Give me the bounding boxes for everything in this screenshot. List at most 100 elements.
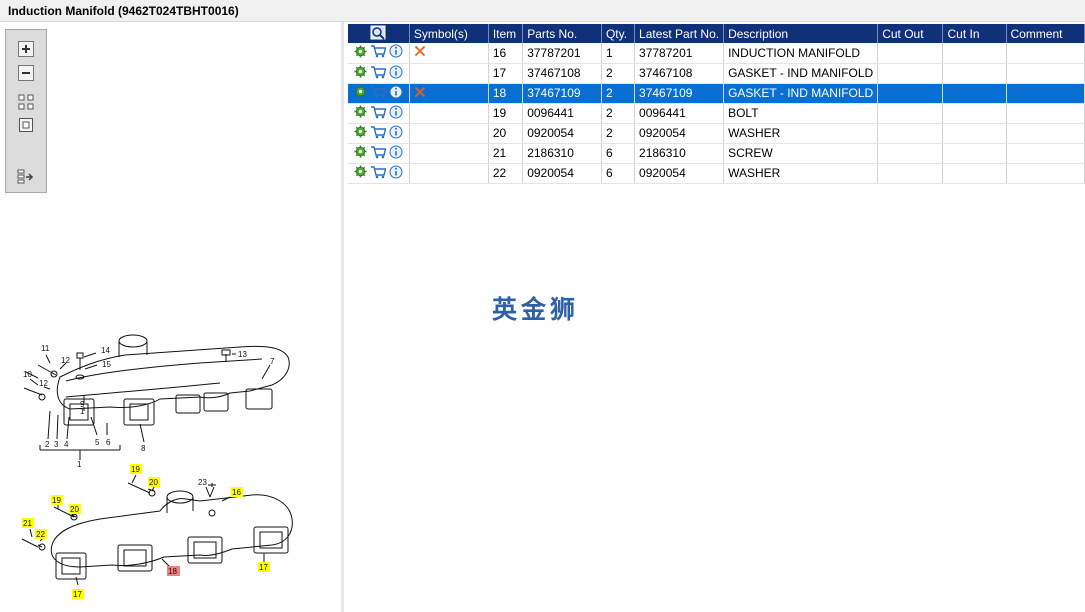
cart-icon[interactable] — [370, 105, 387, 122]
row-item: 22 — [488, 163, 524, 184]
row-cut-in — [942, 163, 1007, 184]
row-part-no: 0096441 — [522, 103, 602, 124]
callout-12b[interactable]: 12 — [39, 379, 48, 388]
cart-icon[interactable] — [370, 85, 387, 102]
callout-18[interactable]: 18 — [168, 567, 177, 576]
table-row[interactable]: 21 2186310 6 2186310 SCREW — [348, 143, 1085, 164]
callout-20b[interactable]: 20 — [70, 505, 79, 514]
callout-11[interactable]: 11 — [41, 344, 50, 353]
cart-icon[interactable] — [370, 145, 387, 162]
callout-23[interactable]: 23 — [198, 478, 207, 487]
cart-icon[interactable] — [370, 125, 387, 142]
row-qty: 2 — [601, 63, 636, 84]
info-icon[interactable] — [389, 105, 403, 122]
row-symbol — [409, 123, 489, 144]
row-description: SCREW — [723, 143, 879, 164]
exploded-parts-diagram[interactable]: 11 12 14 15 13 7 10 12 9 1 2 3 4 5 6 8 1… — [0, 317, 344, 612]
zoom-in-button[interactable] — [16, 40, 36, 58]
row-qty: 2 — [601, 83, 636, 104]
row-cut-out — [877, 143, 944, 164]
callout-13[interactable]: 13 — [238, 350, 247, 359]
table-row[interactable]: 16 37787201 1 37787201 INDUCTION MANIFOLD — [348, 43, 1085, 64]
square-icon — [19, 118, 33, 132]
gear-icon[interactable] — [354, 85, 367, 101]
table-row[interactable]: 20 0920054 2 0920054 WASHER — [348, 123, 1085, 144]
row-part-no: 37787201 — [522, 43, 602, 64]
table-row[interactable]: 22 0920054 6 0920054 WASHER — [348, 163, 1085, 184]
info-icon[interactable] — [389, 44, 403, 61]
info-icon[interactable] — [389, 145, 403, 162]
callout-3[interactable]: 3 — [54, 440, 59, 449]
callout-10[interactable]: 10 — [23, 370, 32, 379]
column-header-item[interactable]: Item — [488, 24, 524, 43]
gear-icon[interactable] — [354, 65, 367, 81]
callout-6[interactable]: 6 — [106, 438, 111, 447]
gear-icon[interactable] — [354, 105, 367, 121]
info-icon[interactable] — [389, 85, 403, 102]
row-comment — [1006, 103, 1085, 124]
diagram-pane[interactable]: 11 12 14 15 13 7 10 12 9 1 2 3 4 5 6 8 1… — [0, 22, 344, 612]
gear-icon[interactable] — [354, 145, 367, 161]
callout-8[interactable]: 8 — [141, 444, 146, 453]
callout-2[interactable]: 2 — [45, 440, 50, 449]
callout-4[interactable]: 4 — [64, 440, 69, 449]
row-actions — [348, 103, 410, 124]
callout-17[interactable]: 17 — [73, 590, 82, 599]
callout-7[interactable]: 7 — [270, 357, 275, 366]
column-header-qty[interactable]: Qty. — [601, 24, 636, 43]
row-qty: 6 — [601, 143, 636, 164]
fit-window-button[interactable] — [16, 116, 36, 134]
callout-15[interactable]: 15 — [102, 360, 111, 369]
callout-5[interactable]: 5 — [95, 438, 100, 447]
row-item: 21 — [488, 143, 524, 164]
search-parts-icon[interactable] — [370, 25, 386, 40]
table-row[interactable]: 17 37467108 2 37467108 GASKET - IND MANIFOLD — [348, 63, 1085, 84]
callout-22[interactable]: 22 — [36, 530, 45, 539]
row-part-no: 2186310 — [522, 143, 602, 164]
export-button[interactable] — [16, 168, 36, 186]
row-actions — [348, 63, 410, 84]
callout-1[interactable]: 1 — [77, 460, 82, 469]
zoom-out-button[interactable] — [16, 64, 36, 82]
column-header-cut-out[interactable]: Cut Out — [877, 24, 944, 43]
info-icon[interactable] — [389, 65, 403, 82]
callout-19b[interactable]: 19 — [52, 496, 61, 505]
row-symbol — [409, 143, 489, 164]
column-header-latest-part-no[interactable]: Latest Part No. — [634, 24, 725, 43]
cart-icon[interactable] — [370, 65, 387, 82]
plus-icon — [18, 41, 34, 57]
row-actions — [348, 163, 410, 184]
gear-icon[interactable] — [354, 125, 367, 141]
callout-17b[interactable]: 17 — [259, 563, 268, 572]
row-comment — [1006, 163, 1085, 184]
gear-icon[interactable] — [354, 165, 367, 181]
info-icon[interactable] — [389, 165, 403, 182]
cart-icon[interactable] — [370, 165, 387, 182]
callout-20[interactable]: 20 — [149, 478, 158, 487]
row-description: INDUCTION MANIFOLD — [723, 43, 879, 64]
row-description: WASHER — [723, 163, 879, 184]
row-cut-out — [877, 103, 944, 124]
column-header-cut-in[interactable]: Cut In — [942, 24, 1007, 43]
cart-icon[interactable] — [370, 44, 387, 61]
gear-icon[interactable] — [354, 45, 367, 61]
callout-19[interactable]: 19 — [131, 465, 140, 474]
callout-14[interactable]: 14 — [101, 346, 110, 355]
fit-all-button[interactable] — [16, 93, 36, 111]
column-header-comment[interactable]: Comment — [1006, 24, 1085, 43]
callout-16[interactable]: 16 — [232, 488, 241, 497]
column-header-actions[interactable] — [348, 24, 410, 43]
column-header-symbols[interactable]: Symbol(s) — [409, 24, 489, 43]
table-row[interactable]: 19 0096441 2 0096441 BOLT — [348, 103, 1085, 124]
column-header-parts-no[interactable]: Parts No. — [522, 24, 602, 43]
info-icon[interactable] — [389, 125, 403, 142]
table-row[interactable]: 18 37467109 2 37467109 GASKET - IND MANIFOLD — [348, 83, 1085, 104]
callout-21[interactable]: 21 — [23, 519, 32, 528]
callout-12[interactable]: 12 — [61, 356, 70, 365]
diagram-toolbar — [5, 29, 47, 193]
row-actions — [348, 43, 410, 64]
column-header-description[interactable]: Description — [723, 24, 879, 43]
row-part-no: 37467108 — [522, 63, 602, 84]
callout-1a[interactable]: 1 — [80, 407, 85, 416]
row-symbol — [409, 103, 489, 124]
